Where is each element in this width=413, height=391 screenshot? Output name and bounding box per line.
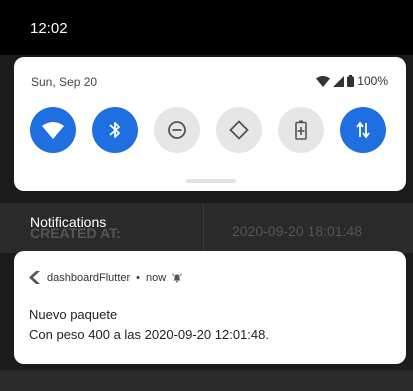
notification-app-name: dashboardFlutter: [47, 271, 131, 284]
background-bottom-strip: [0, 370, 413, 391]
auto-rotate-icon: [229, 120, 249, 140]
status-time: 12:02: [30, 20, 68, 37]
battery-saver-icon: [295, 120, 307, 140]
do-not-disturb-icon: [167, 120, 187, 140]
alarm-bell-icon: [172, 273, 183, 283]
qs-status-icons: 100%: [316, 74, 388, 88]
battery-icon: [347, 75, 355, 87]
background-table-value: 2020-09-20 18:01:48: [232, 223, 362, 239]
qs-tiles: [30, 107, 386, 153]
background-table-divider: [203, 203, 204, 253]
notifications-header: Notifications: [30, 214, 107, 230]
wifi-signal-icon: [316, 75, 331, 87]
qs-tile-battery-saver[interactable]: [278, 107, 324, 153]
qs-tile-bluetooth[interactable]: [92, 107, 138, 153]
qs-tile-auto-rotate[interactable]: [216, 107, 262, 153]
notification-separator: •: [136, 271, 141, 284]
battery-percentage: 100%: [357, 74, 388, 88]
qs-drag-handle[interactable]: [186, 179, 236, 183]
bluetooth-icon: [109, 120, 121, 140]
notification-body: Con peso 400 a las 2020-09-20 12:01:48.: [29, 327, 269, 342]
qs-tile-wifi[interactable]: [30, 107, 76, 153]
wifi-icon: [42, 121, 64, 139]
notification-time: now: [146, 271, 167, 284]
cell-signal-icon: [333, 75, 345, 87]
flutter-app-icon: [29, 271, 41, 284]
notification-card[interactable]: dashboardFlutter • now Nuevo paquete Con…: [14, 251, 406, 364]
quick-settings-panel: Sun, Sep 20 100%: [14, 57, 406, 191]
qs-tile-do-not-disturb[interactable]: [154, 107, 200, 153]
qs-tile-mobile-data[interactable]: [340, 107, 386, 153]
mobile-data-arrows-icon: [355, 120, 371, 140]
status-bar: 12:02: [0, 0, 413, 55]
notification-title: Nuevo paquete: [29, 307, 118, 322]
notification-meta: dashboardFlutter • now: [29, 271, 183, 284]
qs-date[interactable]: Sun, Sep 20: [31, 75, 97, 89]
